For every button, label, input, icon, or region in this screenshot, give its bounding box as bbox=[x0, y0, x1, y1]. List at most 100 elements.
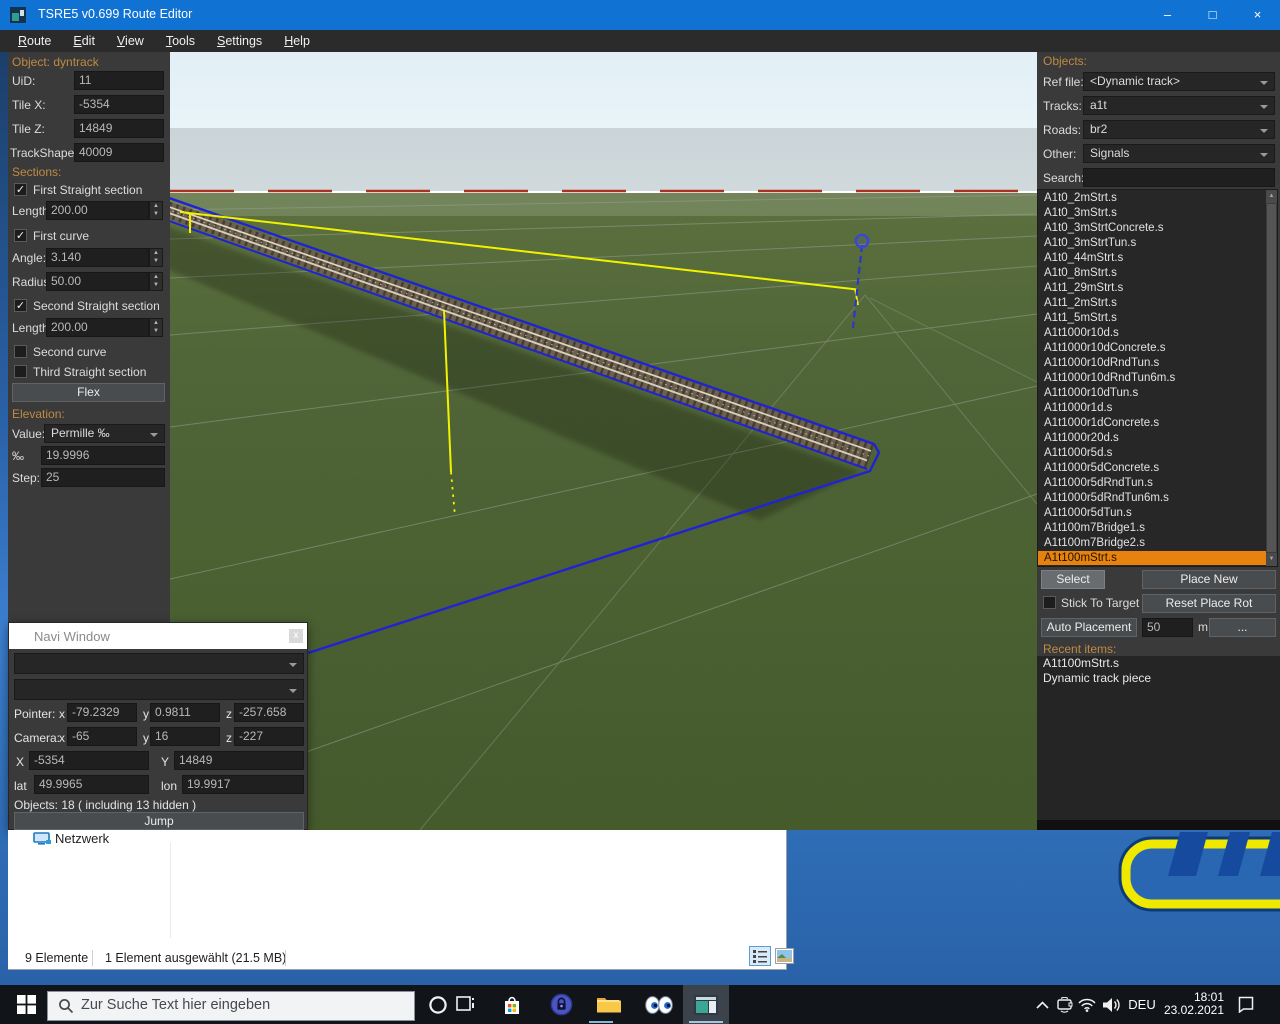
track-list-item[interactable]: A1t1_5mStrt.s bbox=[1038, 311, 1266, 326]
task-view-icon[interactable] bbox=[452, 985, 480, 1024]
spinner-up-icon[interactable]: ▲ bbox=[150, 319, 162, 327]
eyes-app-icon[interactable] bbox=[637, 985, 681, 1024]
spinner-down-icon[interactable]: ▼ bbox=[150, 257, 162, 265]
track-list-item[interactable]: A1t100m7Bridge2.s bbox=[1038, 536, 1266, 551]
spinner-down-icon[interactable]: ▼ bbox=[150, 210, 162, 218]
view-thumbnail-icon[interactable] bbox=[775, 948, 794, 964]
notification-center-icon[interactable] bbox=[1230, 985, 1260, 1024]
volume-icon[interactable] bbox=[1098, 985, 1124, 1024]
menu-item[interactable]: Tools bbox=[155, 30, 206, 52]
first-straight-checkbox[interactable]: ✓ bbox=[14, 183, 27, 196]
place-new-button[interactable]: Place New bbox=[1142, 570, 1276, 589]
scroll-up-icon[interactable]: ▲ bbox=[1266, 190, 1277, 203]
select-button[interactable]: Select bbox=[1041, 570, 1105, 589]
radius-field[interactable]: 50.00 bbox=[46, 272, 149, 291]
recent-items-list[interactable]: A1t100mStrt.sDynamic track piece bbox=[1037, 656, 1280, 820]
wifi-icon[interactable] bbox=[1075, 985, 1099, 1024]
radius-spinner[interactable]: ▲ ▼ bbox=[149, 272, 163, 291]
track-list-item[interactable]: A1t1000r1dConcrete.s bbox=[1038, 416, 1266, 431]
menu-item[interactable]: Edit bbox=[62, 30, 106, 52]
angle-spinner[interactable]: ▲ ▼ bbox=[149, 248, 163, 267]
maximize-button[interactable]: □ bbox=[1190, 0, 1235, 30]
menu-item[interactable]: Settings bbox=[206, 30, 273, 52]
camera-x-field[interactable]: -65 bbox=[67, 727, 137, 746]
ref-file-dropdown[interactable]: <Dynamic track> bbox=[1083, 72, 1275, 91]
menu-item[interactable]: Route bbox=[7, 30, 62, 52]
track-list-item[interactable]: A1t1000r5dRndTun.s bbox=[1038, 476, 1266, 491]
tsre5-taskbar-tile[interactable] bbox=[683, 985, 729, 1024]
view-details-icon[interactable] bbox=[749, 946, 771, 966]
scrollbar-thumb[interactable] bbox=[1267, 204, 1276, 552]
more-button[interactable]: ... bbox=[1209, 618, 1276, 637]
recent-item[interactable]: A1t100mStrt.s bbox=[1037, 656, 1280, 671]
track-list-item[interactable]: A1t1_2mStrt.s bbox=[1038, 296, 1266, 311]
angle-field[interactable]: 3.140 bbox=[46, 248, 149, 267]
ms-store-icon[interactable] bbox=[490, 985, 534, 1024]
permille-field[interactable]: 19.9996 bbox=[41, 446, 165, 465]
track-list-item[interactable]: A1t1000r10dRndTun.s bbox=[1038, 356, 1266, 371]
spinner-down-icon[interactable]: ▼ bbox=[150, 281, 162, 289]
clock[interactable]: 18:01 23.02.2021 bbox=[1160, 991, 1224, 1017]
track-list-item[interactable]: A1t0_3mStrt.s bbox=[1038, 206, 1266, 221]
tray-chevron-icon[interactable] bbox=[1031, 985, 1053, 1024]
length2-spinner[interactable]: ▲ ▼ bbox=[149, 318, 163, 337]
keepass-icon[interactable] bbox=[539, 985, 583, 1024]
close-button[interactable]: × bbox=[1235, 0, 1280, 30]
track-list-item[interactable]: A1t1000r10d.s bbox=[1038, 326, 1266, 341]
camera-z-field[interactable]: -227 bbox=[234, 727, 304, 746]
second-curve-checkbox[interactable] bbox=[14, 345, 27, 358]
tile-y-field[interactable]: 14849 bbox=[174, 751, 304, 770]
trackshape-field[interactable]: 40009 bbox=[74, 143, 164, 162]
length1-field[interactable]: 200.00 bbox=[46, 201, 149, 220]
menu-item[interactable]: Help bbox=[273, 30, 321, 52]
titlebar[interactable]: TSRE5 v0.699 Route Editor – □ × bbox=[0, 0, 1280, 30]
uid-field[interactable]: 11 bbox=[74, 71, 164, 90]
track-list-scrollbar[interactable]: ▲ ▼ bbox=[1266, 190, 1277, 566]
explorer-item-netzwerk[interactable]: Netzwerk bbox=[55, 831, 109, 846]
navi-titlebar[interactable]: Navi Window x bbox=[9, 623, 307, 649]
tray-display-icon[interactable] bbox=[1052, 985, 1076, 1024]
second-straight-checkbox[interactable]: ✓ bbox=[14, 299, 27, 312]
navi-close-icon[interactable]: x bbox=[289, 629, 303, 643]
file-explorer-icon[interactable] bbox=[587, 985, 631, 1024]
spinner-up-icon[interactable]: ▲ bbox=[150, 249, 162, 257]
track-list-item[interactable]: A1t0_8mStrt.s bbox=[1038, 266, 1266, 281]
track-list-item[interactable]: A1t1000r20d.s bbox=[1038, 431, 1266, 446]
explorer-window[interactable]: Netzwerk 9 Elemente 1 Element ausgewählt… bbox=[8, 830, 787, 970]
track-list-item[interactable]: A1t1000r1d.s bbox=[1038, 401, 1266, 416]
navi-object-dropdown[interactable] bbox=[14, 679, 304, 700]
tilex-field[interactable]: -5354 bbox=[74, 95, 164, 114]
lat-field[interactable]: 49.9965 bbox=[34, 775, 149, 794]
spinner-up-icon[interactable]: ▲ bbox=[150, 202, 162, 210]
step-field[interactable]: 25 bbox=[41, 468, 165, 487]
pointer-x-field[interactable]: -79.2329 bbox=[67, 703, 137, 722]
scroll-down-icon[interactable]: ▼ bbox=[1266, 553, 1277, 566]
auto-placement-distance-field[interactable]: 50 bbox=[1142, 618, 1193, 637]
search-input[interactable] bbox=[1083, 168, 1275, 187]
tilez-field[interactable]: 14849 bbox=[74, 119, 164, 138]
length2-field[interactable]: 200.00 bbox=[46, 318, 149, 337]
track-list-item[interactable]: A1t0_3mStrtTun.s bbox=[1038, 236, 1266, 251]
camera-y-field[interactable]: 16 bbox=[150, 727, 220, 746]
track-list-item[interactable]: A1t0_44mStrt.s bbox=[1038, 251, 1266, 266]
track-list-item[interactable]: A1t1_29mStrt.s bbox=[1038, 281, 1266, 296]
pointer-y-field[interactable]: 0.9811 bbox=[150, 703, 220, 722]
pointer-z-field[interactable]: -257.658 bbox=[234, 703, 304, 722]
track-list-item[interactable]: A1t100m7Bridge1.s bbox=[1038, 521, 1266, 536]
lon-field[interactable]: 19.9917 bbox=[182, 775, 304, 794]
menu-item[interactable]: View bbox=[106, 30, 155, 52]
taskbar[interactable]: Zur Suche Text hier eingeben bbox=[0, 985, 1280, 1024]
taskbar-search[interactable]: Zur Suche Text hier eingeben bbox=[47, 991, 415, 1021]
length1-spinner[interactable]: ▲ ▼ bbox=[149, 201, 163, 220]
track-list-item[interactable]: A1t0_2mStrt.s bbox=[1038, 191, 1266, 206]
tile-x-field[interactable]: -5354 bbox=[29, 751, 149, 770]
auto-placement-button[interactable]: Auto Placement bbox=[1041, 618, 1137, 637]
track-list-item[interactable]: A1t1000r5dTun.s bbox=[1038, 506, 1266, 521]
language-indicator[interactable]: DEU bbox=[1126, 985, 1158, 1024]
spinner-down-icon[interactable]: ▼ bbox=[150, 327, 162, 335]
minimize-button[interactable]: – bbox=[1145, 0, 1190, 30]
track-list-item[interactable]: A1t1000r5dRndTun6m.s bbox=[1038, 491, 1266, 506]
other-dropdown[interactable]: Signals bbox=[1083, 144, 1275, 163]
third-straight-checkbox[interactable] bbox=[14, 365, 27, 378]
cortana-icon[interactable] bbox=[424, 985, 452, 1024]
